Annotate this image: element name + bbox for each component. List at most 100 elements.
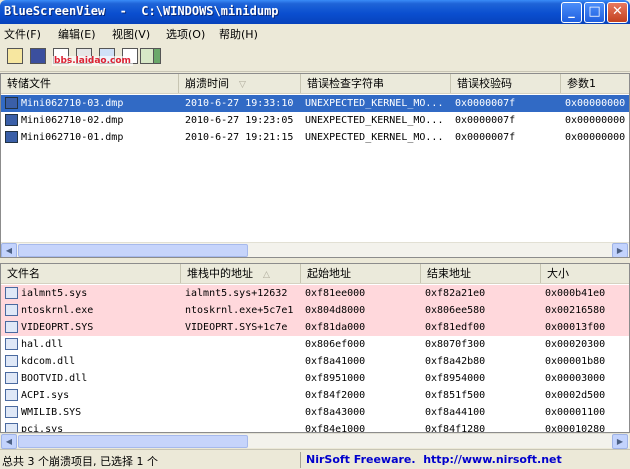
table-row[interactable]: ACPI.sys 0xf84f2000 0xf851f500 0x0002d50…: [1, 387, 629, 404]
table-row[interactable]: ntoskrnl.exe ntoskrnl.exe+5c7e1 0x804d80…: [1, 302, 629, 319]
cell-file: Mini062710-03.dmp: [21, 98, 124, 109]
col-start-address[interactable]: 起始地址: [301, 264, 421, 283]
crash-list-header: 转储文件 崩溃时间 ▽ 错误检查字符串 错误校验码 参数1: [1, 74, 629, 94]
cell-time: 2010-6-27 19:21:15: [185, 132, 294, 143]
table-row[interactable]: VIDEOPRT.SYS VIDEOPRT.SYS+1c7e 0xf81da00…: [1, 319, 629, 336]
scroll-right-icon[interactable]: ▶: [612, 434, 628, 449]
crash-list-panel: 转储文件 崩溃时间 ▽ 错误检查字符串 错误校验码 参数1 Mini062710-…: [0, 73, 630, 258]
table-row[interactable]: hal.dll 0x806ef000 0x8070f300 0x00020300: [1, 336, 629, 353]
cell-size: 0x000b41e0: [545, 288, 606, 299]
table-row[interactable]: WMILIB.SYS 0xf8a43000 0xf8a44100 0x00001…: [1, 404, 629, 421]
cell-start-address: 0xf84e1000: [305, 424, 366, 433]
cell-end-address: 0xf82a21e0: [425, 288, 486, 299]
cell-end-address: 0xf81edf00: [425, 322, 486, 333]
scroll-left-icon[interactable]: ◀: [1, 434, 17, 449]
table-row[interactable]: Mini062710-01.dmp 2010-6-27 19:21:15 UNE…: [1, 129, 629, 146]
table-row[interactable]: ialmnt5.sys ialmnt5.sys+12632 0xf81ee000…: [1, 285, 629, 302]
table-row[interactable]: Mini062710-02.dmp 2010-6-27 19:23:05 UNE…: [1, 112, 629, 129]
cell-start-address: 0xf81da000: [305, 322, 366, 333]
cell-bugcheck-code: 0x0000007f: [455, 132, 516, 143]
minimize-button[interactable]: _: [561, 2, 582, 23]
col-size[interactable]: 大小: [541, 264, 629, 283]
table-row[interactable]: kdcom.dll 0xf8a41000 0xf8a42b80 0x00001b…: [1, 353, 629, 370]
menu-edit[interactable]: 编辑(E): [58, 26, 96, 42]
toolbar: bbs.laidao.com: [0, 42, 630, 72]
exit-icon[interactable]: [153, 48, 161, 64]
crash-list-hscrollbar[interactable]: ◀ ▶: [1, 242, 629, 257]
cell-stack-address: [181, 404, 301, 421]
col-dump-file[interactable]: 转储文件: [1, 74, 179, 93]
cell-start-address: 0x806ef000: [305, 339, 366, 350]
col-stack-address[interactable]: 堆栈中的地址 △: [181, 264, 301, 283]
scroll-thumb[interactable]: [18, 244, 248, 257]
table-row[interactable]: Mini062710-03.dmp 2010-6-27 19:33:10 UNE…: [1, 95, 629, 112]
status-divider: [300, 452, 301, 468]
cell-end-address: 0xf851f500: [425, 390, 486, 401]
cell-size: 0x00003000: [545, 373, 606, 384]
col-bugcheck-code[interactable]: 错误校验码: [451, 74, 561, 93]
cell-stack-address: [181, 336, 301, 353]
cell-filename: pci.sys: [21, 424, 64, 433]
maximize-button[interactable]: □: [584, 2, 605, 23]
driver-list-panel: 文件名 堆栈中的地址 △ 起始地址 结束地址 大小 ialmnt5.sys ial…: [0, 263, 630, 433]
cell-end-address: 0xf84f1280: [425, 424, 486, 433]
cell-size: 0x0002d500: [545, 390, 606, 401]
cell-time: 2010-6-27 19:23:05: [185, 115, 294, 126]
cell-size: 0x00001100: [545, 407, 606, 418]
driver-list-header: 文件名 堆栈中的地址 △ 起始地址 结束地址 大小: [1, 264, 629, 284]
cell-end-address: 0x806ee580: [425, 305, 486, 316]
cell-filename: BOOTVID.dll: [21, 373, 88, 384]
cell-bugcheck-string: UNEXPECTED_KERNEL_MO...: [305, 115, 444, 126]
menu-view[interactable]: 视图(V): [112, 26, 150, 42]
menu-options[interactable]: 选项(O): [166, 26, 205, 42]
cell-start-address: 0x804d8000: [305, 305, 366, 316]
driver-list-hscrollbar[interactable]: ◀ ▶: [1, 433, 629, 449]
table-row[interactable]: BOOTVID.dll 0xf8951000 0xf8954000 0x0000…: [1, 370, 629, 387]
cell-stack-address: ntoskrnl.exe+5c7e1: [185, 305, 294, 316]
cell-bugcheck-code: 0x0000007f: [455, 115, 516, 126]
cell-bugcheck-string: UNEXPECTED_KERNEL_MO...: [305, 98, 444, 109]
close-button[interactable]: ✕: [607, 2, 628, 23]
cell-file: Mini062710-02.dmp: [21, 115, 124, 126]
menu-file[interactable]: 文件(F): [4, 26, 41, 42]
cell-param1: 0x00000000: [565, 115, 626, 126]
cell-start-address: 0xf8a41000: [305, 356, 366, 367]
menu-bar: 文件(F) 编辑(E) 视图(V) 选项(O) 帮助(H): [0, 24, 630, 42]
col-crash-time[interactable]: 崩溃时间 ▽: [179, 74, 301, 93]
scroll-right-icon[interactable]: ▶: [612, 243, 628, 257]
cell-end-address: 0xf8a44100: [425, 407, 486, 418]
cell-size: 0x00216580: [545, 305, 606, 316]
cell-filename: ntoskrnl.exe: [21, 305, 94, 316]
title-bar: BlueScreenView - C:\WINDOWS\minidump _ □…: [0, 0, 630, 24]
scroll-thumb[interactable]: [18, 435, 248, 448]
cell-size: 0x00010280: [545, 424, 606, 433]
col-end-address[interactable]: 结束地址: [421, 264, 541, 283]
save-icon[interactable]: [30, 48, 46, 64]
scroll-left-icon[interactable]: ◀: [1, 243, 17, 257]
cell-filename: kdcom.dll: [21, 356, 76, 367]
cell-end-address: 0xf8a42b80: [425, 356, 486, 367]
cell-param1: 0x00000000: [565, 132, 626, 143]
cell-filename: ACPI.sys: [21, 390, 70, 401]
cell-time: 2010-6-27 19:33:10: [185, 98, 294, 109]
cell-end-address: 0xf8954000: [425, 373, 486, 384]
open-icon[interactable]: [7, 48, 23, 64]
window-title: BlueScreenView - C:\WINDOWS\minidump: [4, 4, 279, 18]
watermark-text: bbs.laidao.com: [52, 56, 133, 66]
cell-stack-address: [181, 387, 301, 404]
cell-size: 0x00001b80: [545, 356, 606, 367]
col-param1[interactable]: 参数1: [561, 74, 629, 93]
menu-help[interactable]: 帮助(H): [219, 26, 258, 42]
table-row[interactable]: pci.sys 0xf84e1000 0xf84f1280 0x00010280: [1, 421, 629, 433]
col-filename[interactable]: 文件名: [1, 264, 181, 283]
cell-start-address: 0xf81ee000: [305, 288, 366, 299]
cell-stack-address: [181, 421, 301, 432]
cell-stack-address: [181, 370, 301, 387]
cell-start-address: 0xf8a43000: [305, 407, 366, 418]
cell-size: 0x00013f00: [545, 322, 606, 333]
cell-bugcheck-code: 0x0000007f: [455, 98, 516, 109]
nirsoft-link[interactable]: NirSoft Freeware. http://www.nirsoft.net: [306, 453, 562, 466]
cell-stack-address: [181, 353, 301, 370]
col-bugcheck-string[interactable]: 错误检查字符串: [301, 74, 451, 93]
cell-bugcheck-string: UNEXPECTED_KERNEL_MO...: [305, 132, 444, 143]
